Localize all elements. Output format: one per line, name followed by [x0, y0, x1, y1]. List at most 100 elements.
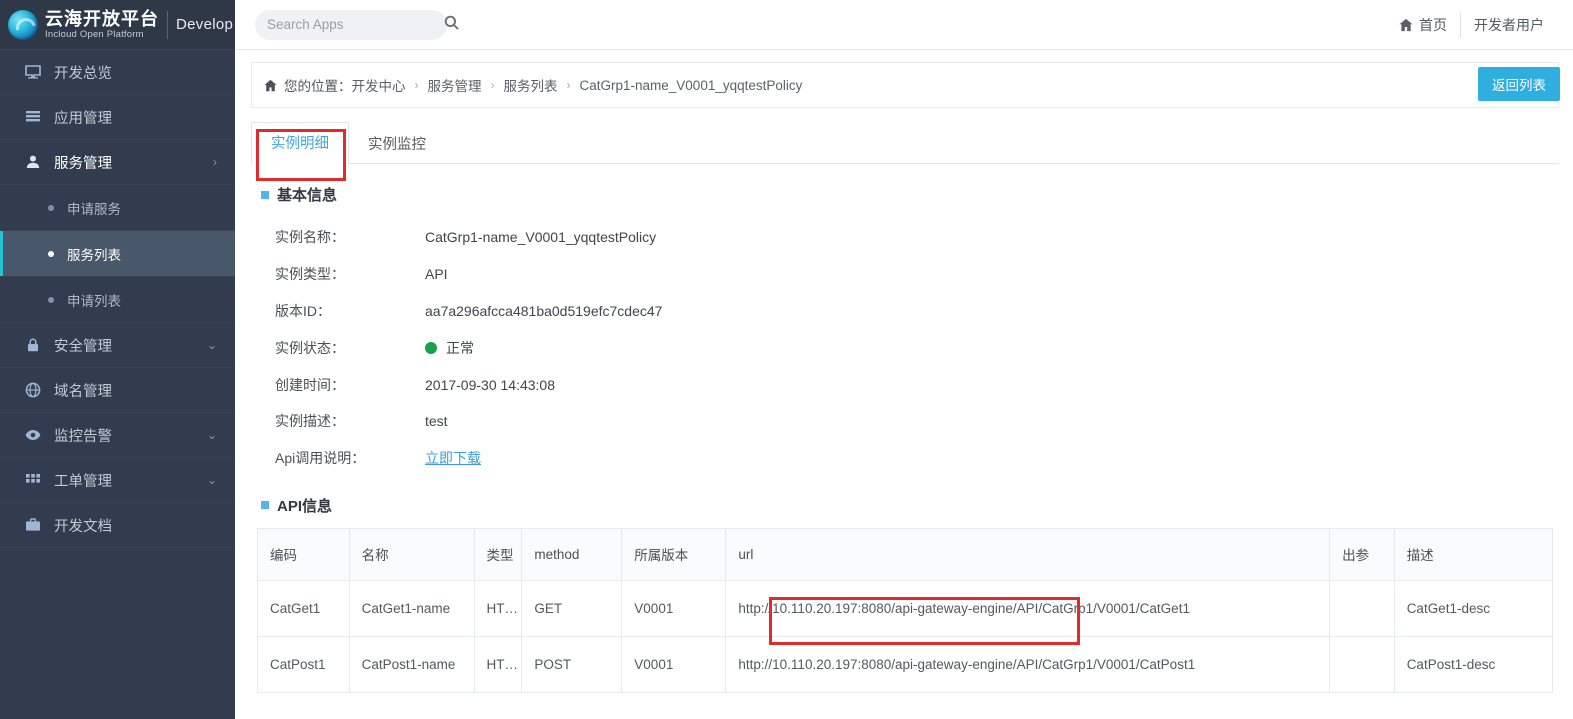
info-value-instance-status: 正常 — [425, 338, 474, 358]
section-header-basic-info: 基本信息 — [261, 184, 1573, 205]
api-table: 编码 名称 类型 method 所属版本 url 出参 描述 CatGet1 C… — [257, 527, 1554, 693]
cell-version: V0001 — [621, 635, 727, 693]
brand-text-block: 云海开放平台 Incloud Open Platform Develop — [45, 8, 234, 40]
chevron-down-icon: ⌄ — [206, 338, 217, 352]
info-label: 版本ID： — [275, 302, 331, 319]
cell-desc: CatPost1-desc — [1393, 635, 1554, 693]
home-link[interactable]: 首页 — [1386, 15, 1460, 35]
sidebar: 云海开放平台 Incloud Open Platform Develop 开发总… — [0, 0, 235, 719]
cell-url: http://10.110.20.197:8080/api-gateway-en… — [725, 579, 1331, 637]
sidebar-item-service-list[interactable]: 服务列表 — [0, 231, 235, 277]
home-icon — [264, 79, 277, 92]
cell-url: http://10.110.20.197:8080/api-gateway-en… — [725, 635, 1331, 693]
api-table-wrapper: 编码 名称 类型 method 所属版本 url 出参 描述 CatGet1 C… — [257, 527, 1554, 693]
cell-type: HTTP — [473, 579, 523, 637]
cell-name: CatGet1-name — [348, 579, 475, 637]
chevron-down-icon: ⌄ — [206, 473, 217, 487]
lock-icon — [24, 336, 42, 354]
info-row: 实例描述： test — [235, 403, 1573, 440]
cell-method: GET — [521, 579, 623, 637]
breadcrumb-item-1[interactable]: 服务管理 — [428, 75, 482, 95]
breadcrumb-prefix: 您的位置： — [284, 79, 352, 94]
top-bar: 首页 开发者用户 — [235, 0, 1573, 50]
info-label: 实例描述： — [275, 413, 345, 430]
breadcrumb-separator: › — [566, 78, 571, 92]
info-value-version-id: aa7a296afcca481ba0d519efc7cdec47 — [425, 302, 663, 319]
search-icon[interactable] — [444, 15, 459, 35]
search-box[interactable] — [255, 9, 459, 40]
sidebar-item-security-mgmt[interactable]: 安全管理 ⌄ — [0, 323, 235, 368]
sidebar-sub-label: 服务列表 — [67, 247, 121, 263]
eye-icon — [24, 426, 42, 444]
col-header-method: method — [521, 527, 623, 581]
cell-version: V0001 — [621, 579, 727, 637]
grid-icon — [24, 471, 42, 489]
sidebar-label: 监控告警 — [54, 428, 112, 445]
sidebar-nav-lower: 安全管理 ⌄ 域名管理 监控告警 ⌄ 工单管理 ⌄ 开发文档 — [0, 323, 235, 548]
brand-name-en: Incloud Open Platform — [45, 28, 144, 40]
breadcrumb-item-0[interactable]: 开发中心 — [352, 75, 406, 95]
sidebar-item-service-mgmt[interactable]: 服务管理 › — [0, 140, 235, 185]
download-link[interactable]: 立即下载 — [425, 448, 481, 468]
info-label: 实例状态： — [275, 339, 345, 356]
user-link-label: 开发者用户 — [1474, 16, 1544, 33]
breadcrumb-separator: › — [490, 78, 495, 92]
globe-icon — [24, 381, 42, 399]
cell-code[interactable]: CatPost1 — [257, 635, 350, 693]
sidebar-item-dev-docs[interactable]: 开发文档 — [0, 503, 235, 548]
brand-header[interactable]: 云海开放平台 Incloud Open Platform Develop — [0, 0, 235, 50]
user-icon — [24, 153, 42, 171]
table-row: CatPost1 CatPost1-name HTTP POST V0001 h… — [257, 635, 1554, 693]
brand-name-cn: 云海开放平台 — [45, 8, 159, 29]
tab-instance-detail[interactable]: 实例明细 — [251, 122, 349, 164]
cell-type: HTTP — [473, 635, 523, 693]
home-icon — [1399, 18, 1413, 32]
info-value-description: test — [425, 413, 448, 430]
cell-code[interactable]: CatGet1 — [257, 579, 350, 637]
sidebar-sub-label: 申请列表 — [67, 293, 121, 309]
info-label: Api调用说明： — [275, 450, 366, 467]
sidebar-label: 工单管理 — [54, 473, 112, 490]
sidebar-item-app-mgmt[interactable]: 应用管理 — [0, 95, 235, 140]
cell-method: POST — [521, 635, 623, 693]
sidebar-item-ticket-mgmt[interactable]: 工单管理 ⌄ — [0, 458, 235, 503]
cell-desc: CatGet1-desc — [1393, 579, 1554, 637]
user-link[interactable]: 开发者用户 — [1461, 15, 1557, 35]
section-header-api-info: API信息 — [261, 495, 1573, 516]
status-badge: 正常 — [446, 339, 474, 356]
tab-instance-monitor[interactable]: 实例监控 — [349, 124, 445, 164]
col-header-name: 名称 — [348, 527, 475, 581]
section-marker-icon — [261, 190, 269, 199]
sidebar-item-apply-service[interactable]: 申请服务 — [0, 185, 235, 231]
info-label: 实例名称： — [275, 229, 345, 246]
main-area: 首页 开发者用户 您的位置： 开发中心 › 服务管理 › 服务列表 › — [235, 0, 1573, 719]
bullet-icon — [48, 250, 54, 257]
info-label: 实例类型： — [275, 266, 345, 283]
info-row: 创建时间： 2017-09-30 14:43:08 — [235, 366, 1573, 403]
briefcase-icon — [24, 516, 42, 534]
search-input[interactable] — [267, 17, 444, 32]
sidebar-label: 应用管理 — [54, 110, 112, 127]
list-icon — [24, 108, 42, 126]
bullet-icon — [48, 296, 54, 303]
col-header-url: url — [725, 527, 1331, 581]
col-header-code: 编码 — [257, 527, 350, 581]
info-row: 实例状态： 正常 — [235, 329, 1573, 366]
sidebar-item-apply-list[interactable]: 申请列表 — [0, 277, 235, 323]
home-link-label: 首页 — [1419, 16, 1447, 33]
sidebar-item-domain-mgmt[interactable]: 域名管理 — [0, 368, 235, 413]
sidebar-label: 安全管理 — [54, 338, 112, 355]
chevron-down-icon: ⌄ — [206, 428, 217, 442]
cell-out — [1329, 579, 1395, 637]
info-value-instance-name: CatGrp1-name_V0001_yqqtestPolicy — [425, 229, 657, 246]
info-row: 实例类型： API — [235, 256, 1573, 293]
brand-suffix: Develop — [176, 16, 234, 33]
section-marker-icon — [261, 501, 269, 510]
breadcrumb-item-3: CatGrp1-name_V0001_yqqtestPolicy — [579, 77, 803, 93]
sidebar-item-monitor-alarm[interactable]: 监控告警 ⌄ — [0, 413, 235, 458]
breadcrumb-item-2[interactable]: 服务列表 — [504, 75, 558, 95]
info-value-instance-type: API — [425, 266, 448, 283]
content-area: 您的位置： 开发中心 › 服务管理 › 服务列表 › CatGrp1-name_… — [235, 50, 1573, 719]
sidebar-item-overview[interactable]: 开发总览 — [0, 50, 235, 95]
back-to-list-button[interactable]: 返回列表 — [1478, 67, 1560, 101]
